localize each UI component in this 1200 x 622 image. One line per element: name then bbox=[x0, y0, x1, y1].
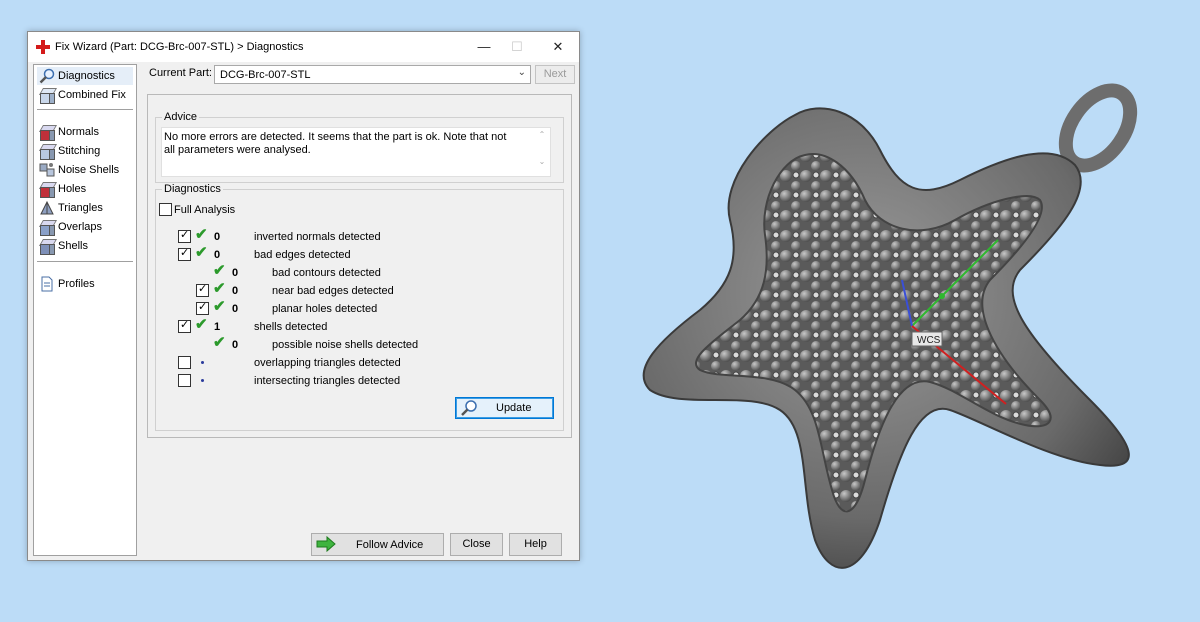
cube-holes-icon bbox=[38, 181, 58, 198]
diag-label: overlapping triangles detected bbox=[254, 357, 401, 369]
diag-checkbox-near-bad-edges[interactable]: ✓ bbox=[196, 283, 209, 297]
nav-item-label: Shells bbox=[58, 240, 88, 252]
diag-count: 0 bbox=[232, 267, 239, 279]
diagnostics-title: Diagnostics bbox=[162, 183, 223, 195]
noise-shells-icon bbox=[39, 162, 55, 178]
update-button-label: Update bbox=[496, 402, 532, 414]
current-part-select[interactable]: DCG-Brc-007-STL ⌄ bbox=[214, 65, 531, 84]
nav-item-overlaps[interactable]: Overlaps bbox=[37, 218, 133, 236]
advice-box: No more errors are detected. It seems th… bbox=[161, 127, 551, 177]
cube-icon bbox=[38, 87, 58, 104]
advice-scrollbar[interactable]: ⌃ ⌄ bbox=[536, 130, 548, 174]
diag-count: 1 bbox=[214, 321, 221, 333]
starfish-pendant-model: WCS bbox=[642, 83, 1138, 569]
full-analysis-label: Full Analysis bbox=[174, 204, 236, 216]
triangles-icon bbox=[39, 200, 55, 216]
check-ok-icon: ✔ bbox=[195, 226, 208, 243]
diag-label: intersecting triangles detected bbox=[254, 375, 401, 387]
close-window-button[interactable]: ✕ bbox=[548, 38, 568, 56]
nav-item-label: Holes bbox=[58, 183, 87, 195]
chevron-down-icon: ⌄ bbox=[517, 67, 526, 78]
document-icon bbox=[39, 276, 55, 292]
title-bar: Fix Wizard (Part: DCG-Brc-007-STL) > Dia… bbox=[28, 32, 579, 62]
diag-label: shells detected bbox=[254, 321, 328, 333]
diag-count: 0 bbox=[214, 249, 221, 261]
nav-item-label: Triangles bbox=[58, 202, 103, 214]
nav-item-combined-fix[interactable]: Combined Fix bbox=[37, 86, 133, 104]
not-analysed-dot bbox=[201, 379, 204, 382]
nav-item-shells[interactable]: Shells bbox=[37, 237, 133, 255]
nav-item-label: Combined Fix bbox=[58, 89, 126, 101]
diag-checkbox-inverted-normals[interactable]: ✓ bbox=[178, 229, 191, 243]
nav-item-normals[interactable]: Normals bbox=[37, 123, 133, 141]
fix-wizard-window: Fix Wizard (Part: DCG-Brc-007-STL) > Dia… bbox=[27, 31, 580, 561]
not-analysed-dot bbox=[201, 361, 204, 364]
diag-label: bad edges detected bbox=[254, 249, 351, 261]
diag-checkbox-planar-holes[interactable]: ✓ bbox=[196, 301, 209, 315]
diag-label: possible noise shells detected bbox=[272, 339, 419, 351]
nav-divider bbox=[37, 261, 133, 262]
diag-count: 0 bbox=[232, 285, 239, 297]
check-ok-icon: ✔ bbox=[213, 280, 226, 297]
diagnostics-group: Diagnostics Full Analysis ✓ ✔ 0 inverted… bbox=[155, 183, 564, 431]
diag-count: 0 bbox=[232, 303, 239, 315]
diag-count: 0 bbox=[232, 339, 239, 351]
diag-checkbox-overlapping-triangles[interactable] bbox=[178, 356, 191, 369]
magnifier-icon bbox=[39, 68, 55, 84]
cube-shells-icon bbox=[38, 238, 58, 255]
check-ok-icon: ✔ bbox=[213, 298, 226, 315]
diag-checkbox-intersecting-triangles[interactable] bbox=[178, 374, 191, 387]
check-ok-icon: ✔ bbox=[213, 334, 226, 351]
nav-item-triangles[interactable]: Triangles bbox=[37, 199, 133, 217]
diag-label: near bad edges detected bbox=[272, 285, 394, 297]
diag-count: 0 bbox=[214, 231, 221, 243]
nav-item-label: Overlaps bbox=[58, 221, 103, 233]
current-part-label: Current Part: bbox=[149, 67, 212, 79]
nav-item-label: Diagnostics bbox=[58, 70, 115, 82]
diag-label: planar holes detected bbox=[272, 303, 378, 315]
diag-checkbox-bad-edges[interactable]: ✓ bbox=[178, 247, 191, 261]
advice-text: No more errors are detected. It seems th… bbox=[164, 131, 507, 156]
nav-item-stitching[interactable]: Stitching bbox=[37, 142, 133, 160]
cube-overlaps-icon bbox=[38, 219, 58, 236]
full-analysis-checkbox[interactable] bbox=[159, 203, 172, 216]
next-button[interactable]: Next bbox=[535, 65, 575, 84]
arrow-right-icon bbox=[316, 535, 336, 555]
update-button[interactable]: Update bbox=[455, 397, 554, 419]
help-button[interactable]: Help bbox=[509, 533, 562, 556]
nav-divider bbox=[37, 109, 133, 110]
diag-label: inverted normals detected bbox=[254, 231, 381, 243]
maximize-button[interactable]: ☐ bbox=[507, 38, 527, 56]
advice-title: Advice bbox=[162, 111, 200, 123]
content-panel: Advice No more errors are detected. It s… bbox=[147, 94, 572, 438]
nav-item-diagnostics[interactable]: Diagnostics bbox=[37, 67, 133, 85]
3d-viewport[interactable]: WCS bbox=[620, 70, 1180, 600]
red-cross-icon bbox=[36, 40, 50, 54]
wcs-axis-label: WCS bbox=[917, 335, 941, 346]
nav-item-label: Normals bbox=[58, 126, 99, 138]
magnifier-icon bbox=[460, 399, 478, 419]
nav-item-profiles[interactable]: Profiles bbox=[37, 275, 133, 293]
nav-item-label: Noise Shells bbox=[58, 164, 120, 176]
check-ok-icon: ✔ bbox=[195, 316, 208, 333]
diag-label: bad contours detected bbox=[272, 267, 381, 279]
check-ok-icon: ✔ bbox=[213, 262, 226, 279]
nav-item-label: Stitching bbox=[58, 145, 101, 157]
check-ok-icon: ✔ bbox=[195, 244, 208, 261]
cube-red-icon bbox=[38, 124, 58, 141]
minimize-button[interactable]: — bbox=[474, 38, 494, 56]
close-button[interactable]: Close bbox=[450, 533, 503, 556]
cube-stitch-icon bbox=[38, 143, 58, 160]
window-title: Fix Wizard (Part: DCG-Brc-007-STL) > Dia… bbox=[55, 41, 304, 53]
diag-checkbox-shells[interactable]: ✓ bbox=[178, 319, 191, 333]
follow-advice-label: Follow Advice bbox=[356, 539, 424, 551]
advice-group: Advice No more errors are detected. It s… bbox=[155, 111, 564, 183]
current-part-value: DCG-Brc-007-STL bbox=[220, 69, 311, 81]
nav-item-label: Profiles bbox=[58, 278, 95, 290]
wizard-nav: Diagnostics Combined Fix Normals Stitchi… bbox=[33, 64, 137, 556]
nav-item-holes[interactable]: Holes bbox=[37, 180, 133, 198]
nav-item-noise-shells[interactable]: Noise Shells bbox=[37, 161, 133, 179]
follow-advice-button[interactable]: Follow Advice bbox=[311, 533, 444, 556]
